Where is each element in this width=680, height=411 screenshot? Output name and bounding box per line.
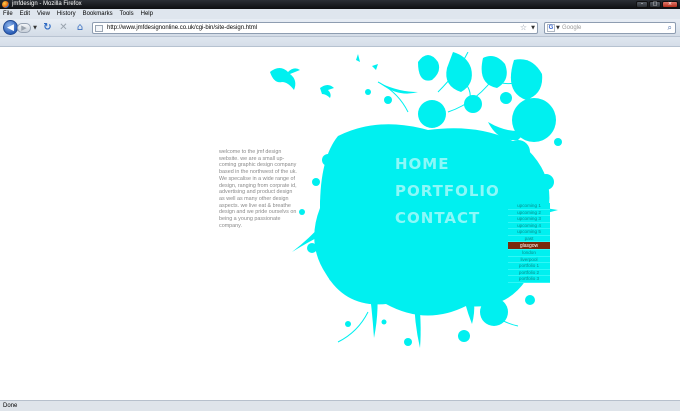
- menu-view[interactable]: View: [37, 11, 50, 17]
- forward-arrow-icon: ▶: [21, 24, 27, 32]
- history-dropdown-button[interactable]: ▼: [32, 23, 38, 33]
- url-text[interactable]: http://www.jmfdesignonline.co.uk/cgi-bin…: [107, 24, 257, 33]
- menu-bookmarks[interactable]: Bookmarks: [83, 11, 113, 17]
- bookmark-star-icon[interactable]: ☆: [520, 23, 527, 33]
- url-dropdown-icon[interactable]: ▼: [531, 24, 535, 33]
- home-icon: ⌂: [76, 22, 84, 33]
- address-bar[interactable]: http://www.jmfdesignonline.co.uk/cgi-bin…: [92, 22, 538, 34]
- nav-portfolio-link[interactable]: PORTFOLIO: [395, 178, 500, 205]
- side-menu: upcoming 1 upcoming 2 upcoming 3 upcoming 4…: [508, 203, 550, 283]
- side-menu-item[interactable]: portfolio 3: [508, 276, 550, 283]
- back-arrow-icon: ◀: [7, 22, 14, 33]
- title-bar: jmfdesign - Mozilla Firefox – □ ×: [0, 0, 680, 9]
- browser-window: jmfdesign - Mozilla Firefox – □ × File E…: [0, 0, 680, 411]
- chevron-down-icon: ▼: [33, 25, 37, 31]
- google-engine-icon[interactable]: G: [547, 24, 555, 32]
- firefox-logo-icon: [2, 1, 9, 8]
- menu-tools[interactable]: Tools: [120, 11, 134, 17]
- minimize-button[interactable]: –: [636, 1, 648, 8]
- page-content: welcome to the jmf design website. we ar…: [0, 48, 680, 400]
- search-icon[interactable]: ⌕: [668, 23, 672, 33]
- window-title: jmfdesign - Mozilla Firefox: [12, 1, 82, 7]
- menu-history[interactable]: History: [57, 11, 76, 17]
- status-text: Done: [3, 403, 18, 409]
- maximize-button[interactable]: □: [649, 1, 661, 8]
- menu-help[interactable]: Help: [141, 11, 153, 17]
- reload-icon: ↻: [43, 22, 52, 33]
- stop-icon: ✕: [59, 22, 68, 33]
- page-favicon-icon: [95, 25, 103, 32]
- reload-button[interactable]: ↻: [42, 22, 53, 33]
- search-engine-dropdown-icon[interactable]: ▼: [556, 24, 560, 33]
- search-input[interactable]: Google: [562, 24, 581, 33]
- navigation-toolbar: ◀ ▶ ▼ ↻ ✕ ⌂ http://www.jmfdesignonline.c…: [0, 19, 680, 37]
- menu-file[interactable]: File: [3, 11, 13, 17]
- forward-button[interactable]: ▶: [17, 23, 31, 33]
- search-box[interactable]: G ▼ Google ⌕: [544, 22, 676, 34]
- nav-contact-link[interactable]: CONTACT: [395, 205, 500, 232]
- splash-nav: HOME PORTFOLIO CONTACT: [395, 151, 500, 232]
- stop-button[interactable]: ✕: [58, 22, 69, 33]
- back-button[interactable]: ◀: [3, 20, 18, 35]
- menu-edit[interactable]: Edit: [20, 11, 30, 17]
- menu-bar: File Edit View History Bookmarks Tools H…: [0, 9, 680, 19]
- side-menu-item-selected[interactable]: glasgow: [508, 242, 550, 250]
- close-button[interactable]: ×: [662, 1, 678, 8]
- nav-home-link[interactable]: HOME: [395, 151, 500, 178]
- home-button[interactable]: ⌂: [74, 22, 86, 33]
- status-bar: Done: [0, 400, 680, 411]
- bookmarks-toolbar: [0, 37, 680, 47]
